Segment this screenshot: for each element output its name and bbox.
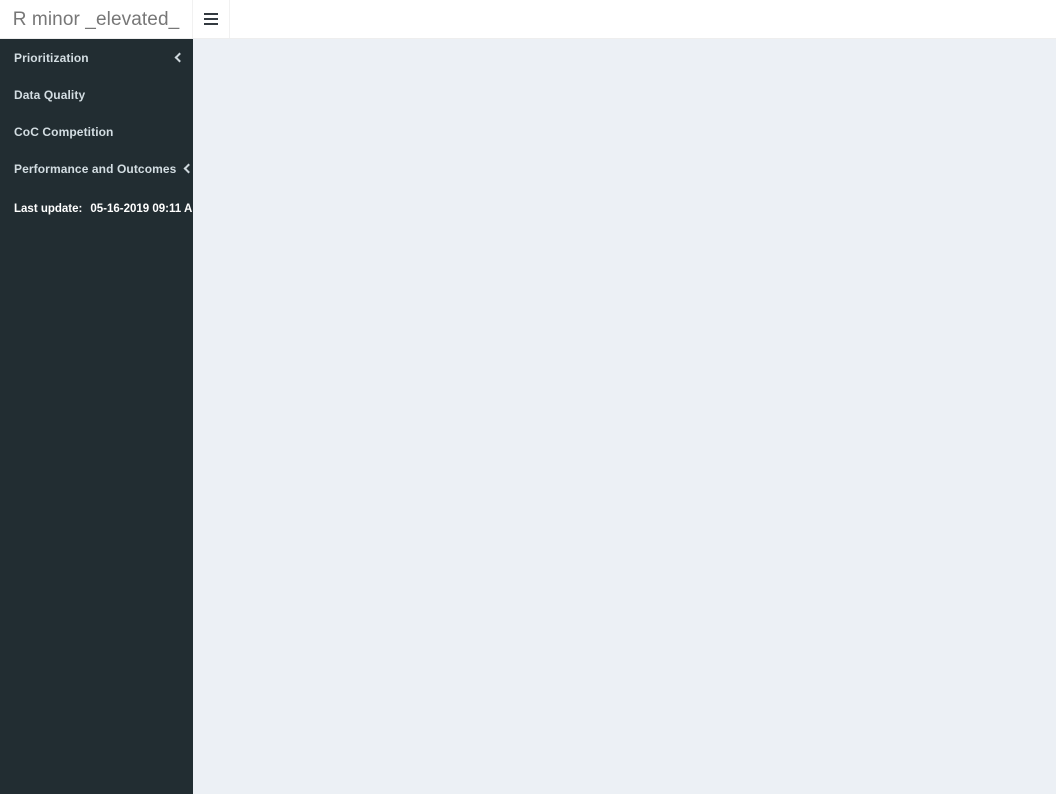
hamburger-icon — [204, 13, 218, 25]
brand-logo-area[interactable]: R minor _elevated_ — [0, 0, 193, 38]
chevron-left-icon — [182, 163, 192, 175]
sidebar-menu: Prioritization Data Quality CoC Competit… — [0, 39, 193, 187]
app-title: R minor _elevated_ — [12, 8, 180, 30]
content-wrapper — [193, 39, 1056, 794]
last-update-row: Last update: 05-16-2019 09:11 AM — [0, 194, 193, 224]
sidebar-item-coc-competition[interactable]: CoC Competition — [0, 113, 193, 150]
top-header: R minor _elevated_ — [0, 0, 1056, 39]
chevron-left-icon — [173, 52, 183, 64]
sidebar-toggle-button[interactable] — [193, 0, 230, 38]
sidebar: Prioritization Data Quality CoC Competit… — [0, 39, 193, 794]
sidebar-item-label: CoC Competition — [14, 124, 114, 139]
last-update-value: 05-16-2019 09:11 AM — [90, 202, 193, 215]
sidebar-item-label: Prioritization — [14, 50, 89, 65]
sidebar-item-label: Performance and Outcomes — [14, 161, 177, 176]
main-content-area — [193, 39, 1056, 794]
sidebar-item-data-quality[interactable]: Data Quality — [0, 76, 193, 113]
sidebar-item-label: Data Quality — [14, 87, 86, 102]
last-update-label: Last update: — [14, 202, 83, 215]
sidebar-item-performance-and-outcomes[interactable]: Performance and Outcomes — [0, 150, 193, 187]
app-root: R minor _elevated_ Prioritization Data Q… — [0, 0, 1056, 794]
sidebar-item-prioritization[interactable]: Prioritization — [0, 39, 193, 76]
